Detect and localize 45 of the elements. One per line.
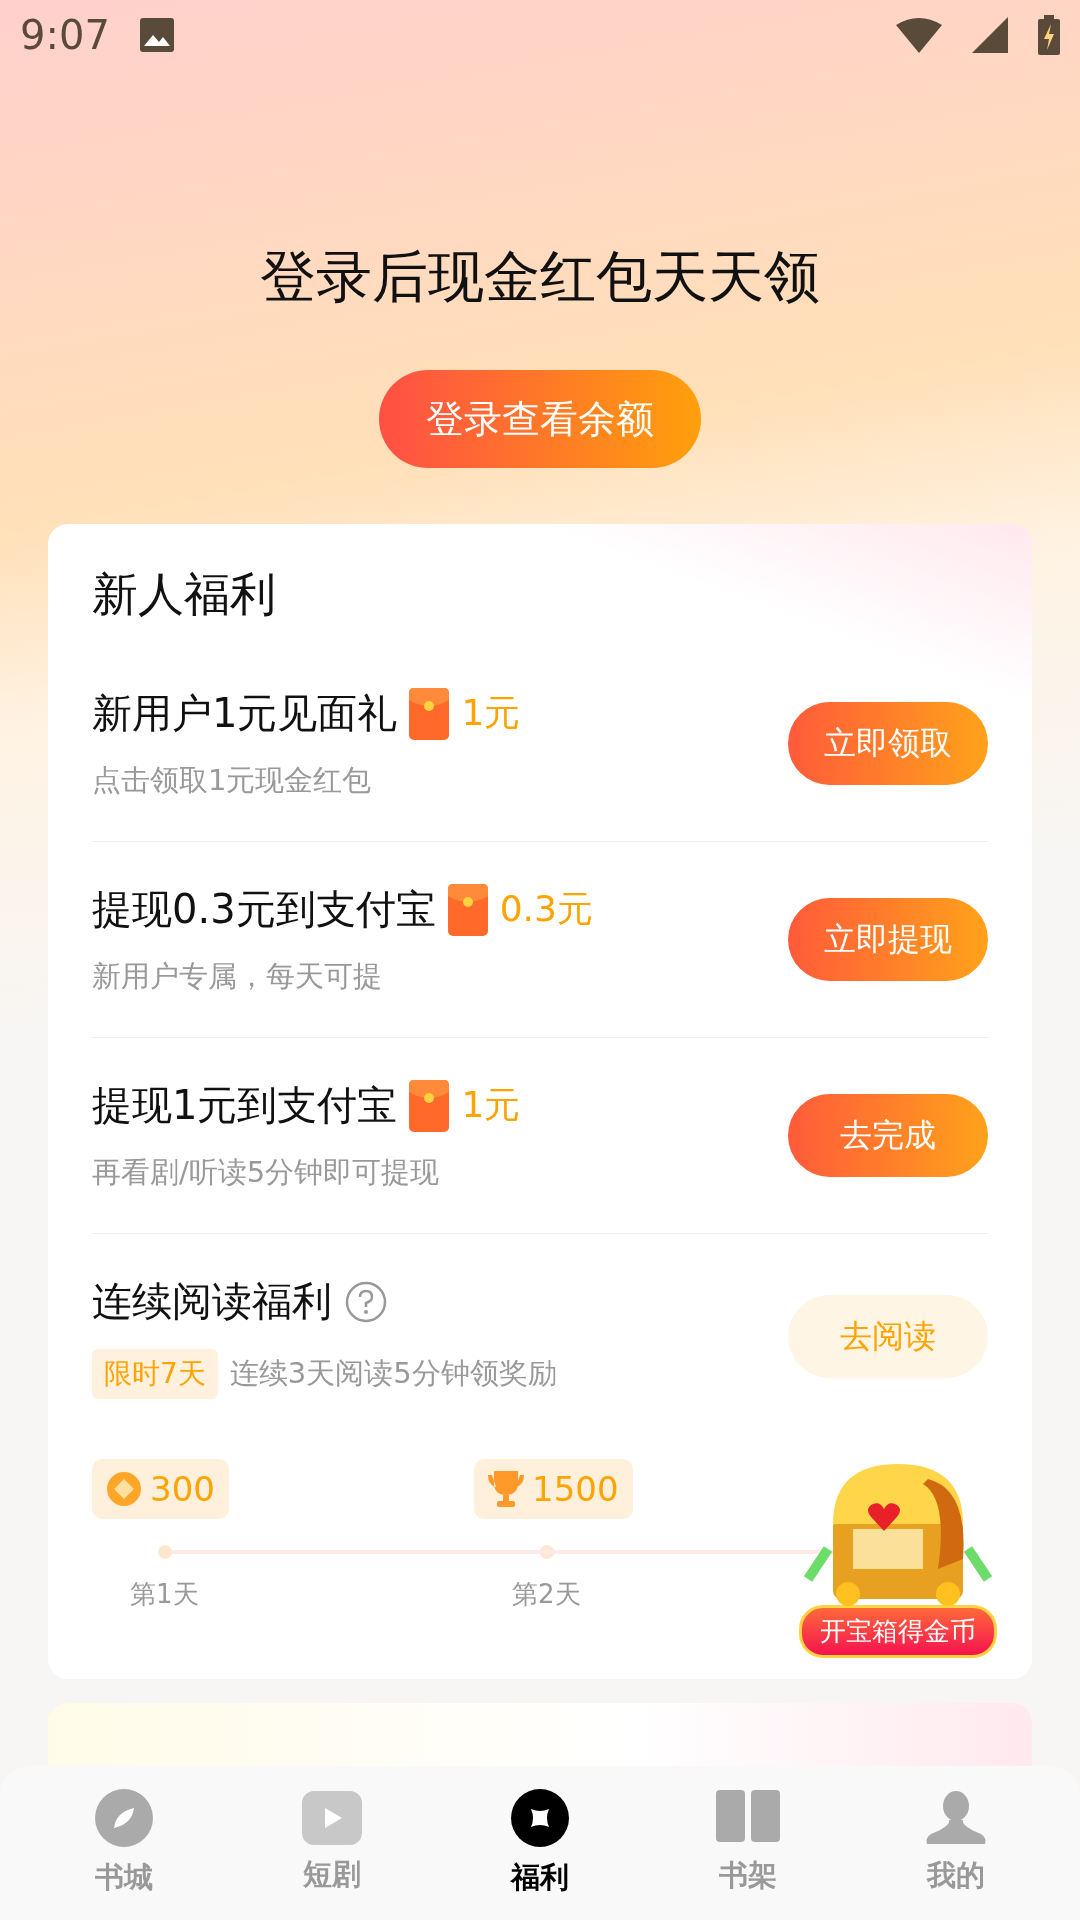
task-title: 提现1元到支付宝	[92, 1081, 398, 1130]
wifi-icon	[896, 17, 942, 53]
nav-tab[interactable]: 书架	[644, 1789, 852, 1897]
reward-points: 1500	[532, 1469, 619, 1509]
day-label: 第1天	[130, 1578, 199, 1611]
envelope-icon	[447, 883, 488, 936]
sparkle-icon	[510, 1788, 570, 1848]
task-title: 提现0.3元到支付宝	[92, 885, 436, 934]
reward-amount: 0.3元	[499, 887, 593, 931]
trophy-icon	[488, 1469, 524, 1509]
play-icon	[302, 1791, 362, 1845]
reward-amount: 1元	[461, 691, 521, 735]
task-subtitle: 再看剧/听读5分钟即可提现	[92, 1154, 441, 1191]
nav-tab[interactable]: 福利	[436, 1787, 644, 1899]
help-icon[interactable]	[344, 1279, 388, 1324]
envelope-icon	[409, 687, 450, 740]
coin-icon	[106, 1471, 142, 1507]
battery-icon	[1038, 15, 1060, 55]
signal-icon	[972, 17, 1008, 53]
day-label: 第2天	[512, 1578, 581, 1611]
nav-tab[interactable]: 书城	[20, 1787, 228, 1899]
compass-leaf-icon	[94, 1788, 154, 1848]
read-button[interactable]: 去阅读	[788, 1295, 988, 1378]
reward-points: 300	[150, 1469, 215, 1509]
timeline-dot	[158, 1545, 172, 1559]
envelope-icon	[409, 1079, 450, 1132]
hero-title: 登录后现金红包天天领	[260, 243, 820, 311]
task-button[interactable]: 去完成	[788, 1094, 988, 1177]
nav-tab[interactable]: 我的	[852, 1789, 1060, 1897]
nav-tab[interactable]: 短剧	[228, 1790, 436, 1896]
task-title: 新用户1元见面礼	[92, 689, 398, 738]
task-button[interactable]: 立即提现	[788, 898, 988, 981]
card-title: 新人福利	[92, 566, 277, 623]
task-title: 连续阅读福利	[92, 1277, 332, 1326]
profile-icon	[925, 1790, 987, 1846]
time-limit-tag: 限时7天	[92, 1349, 218, 1399]
reward-amount: 1元	[461, 1083, 521, 1127]
image-icon	[139, 18, 174, 52]
task-subtitle: 连续3天阅读5分钟领奖励	[229, 1355, 557, 1392]
chest-label[interactable]: 开宝箱得金币	[799, 1605, 997, 1658]
login-button[interactable]: 登录查看余额	[379, 370, 701, 468]
task-subtitle: 点击领取1元现金红包	[92, 762, 373, 799]
status-time: 9:07	[20, 12, 110, 58]
task-subtitle: 新用户专属，每天可提	[92, 958, 383, 995]
task-button[interactable]: 立即领取	[788, 702, 988, 785]
